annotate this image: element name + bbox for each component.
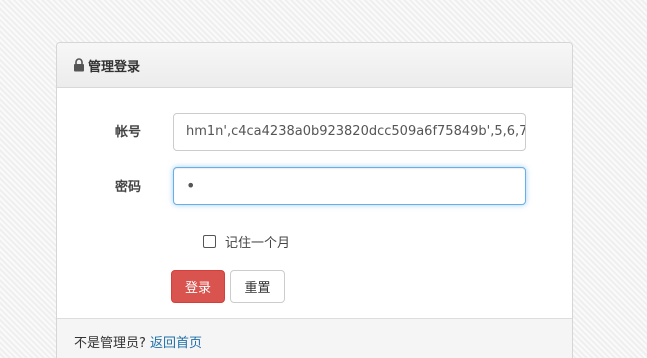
- login-button[interactable]: 登录: [171, 270, 225, 303]
- panel-footer: 不是管理员? 返回首页: [57, 318, 572, 358]
- not-admin-text: 不是管理员?: [74, 336, 146, 351]
- password-input[interactable]: •: [173, 167, 526, 205]
- login-panel: 管理登录 帐号 hm1n',c4ca4238a0b923820dcc509a6f…: [56, 42, 573, 358]
- panel-title: 管理登录: [88, 59, 141, 75]
- account-label: 帐号: [115, 125, 142, 140]
- account-input-value: hm1n',c4ca4238a0b923820dcc509a6f75849b',…: [186, 124, 526, 139]
- remember-label: 记住一个月: [225, 236, 291, 251]
- lock-icon: [74, 58, 84, 72]
- remember-checkbox[interactable]: [203, 235, 216, 248]
- password-label: 密码: [115, 180, 142, 195]
- reset-button[interactable]: 重置: [230, 270, 285, 303]
- account-input[interactable]: hm1n',c4ca4238a0b923820dcc509a6f75849b',…: [173, 113, 526, 151]
- panel-heading: 管理登录: [57, 43, 572, 88]
- remember-me[interactable]: 记住一个月: [203, 232, 290, 251]
- login-form: 帐号 hm1n',c4ca4238a0b923820dcc509a6f75849…: [57, 88, 572, 318]
- password-input-value: •: [186, 176, 196, 195]
- back-home-link[interactable]: 返回首页: [150, 336, 202, 351]
